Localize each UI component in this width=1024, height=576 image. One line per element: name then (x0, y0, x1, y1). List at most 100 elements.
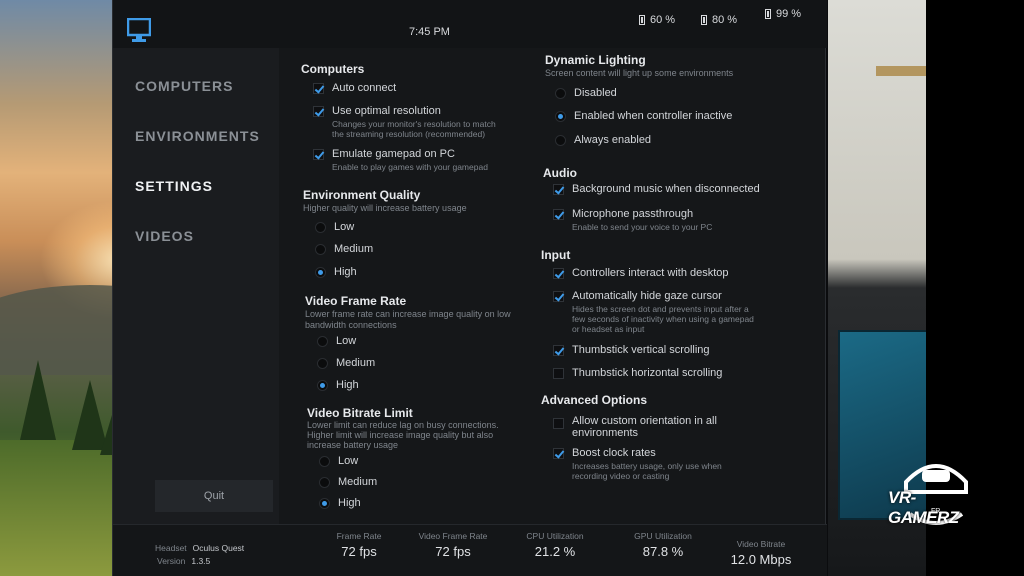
section-title-computers: Computers (301, 62, 365, 76)
checkbox[interactable] (553, 345, 564, 356)
sidebar-item-settings[interactable]: SETTINGS (135, 178, 213, 194)
top-bar: 7:45 PM 60 % 80 % 99 % (113, 0, 827, 48)
section-subtitle: Screen content will light up some enviro… (545, 68, 734, 78)
checkbox[interactable] (553, 368, 564, 379)
thumbstick-horizontal-checkbox[interactable]: Thumbstick horizontal scrolling (553, 367, 722, 379)
option-label: Microphone passthrough (572, 208, 694, 220)
option-label: Use optimal resolution (332, 105, 441, 117)
radio[interactable] (315, 222, 326, 233)
lighting-disabled-radio[interactable]: Disabled (555, 87, 617, 99)
battery-level: 99 % (776, 8, 802, 20)
stat-value: 12.0 Mbps (730, 552, 792, 567)
hide-gaze-cursor-checkbox[interactable]: Automatically hide gaze cursor Hides the… (553, 290, 754, 334)
bitrate-high-radio[interactable]: High (319, 497, 361, 509)
checkbox[interactable] (553, 448, 564, 459)
radio[interactable] (319, 477, 330, 488)
frame-rate-low-radio[interactable]: Low (317, 335, 356, 347)
option-label: Enabled when controller inactive (574, 110, 733, 122)
checkbox[interactable] (553, 418, 564, 429)
logo-subtext: FR (931, 508, 941, 515)
section-title-input: Input (541, 248, 571, 262)
battery-icon (701, 15, 707, 25)
radio[interactable] (317, 358, 328, 369)
option-label: Medium (338, 476, 378, 488)
bitrate-medium-radio[interactable]: Medium (319, 476, 377, 488)
stat-label: CPU Utilization (526, 531, 584, 541)
section-title-video-frame-rate: Video Frame Rate (305, 294, 407, 308)
lighting-controller-inactive-radio[interactable]: Enabled when controller inactive (555, 110, 732, 122)
boost-clock-checkbox[interactable]: Boost clock rates Increases battery usag… (553, 447, 722, 481)
stat-frame-rate: Frame Rate 72 fps (309, 531, 409, 559)
option-label: High (336, 379, 359, 391)
radio[interactable] (315, 267, 326, 278)
radio[interactable] (319, 498, 330, 509)
sidebar-item-computers[interactable]: COMPUTERS (135, 78, 233, 94)
radio[interactable] (319, 456, 330, 467)
emulate-gamepad-checkbox[interactable]: Emulate gamepad on PC Enable to play gam… (313, 148, 488, 172)
checkbox[interactable] (553, 291, 564, 302)
sidebar-item-environments[interactable]: ENVIRONMENTS (135, 128, 260, 144)
checkbox[interactable] (553, 184, 564, 195)
optimal-resolution-checkbox[interactable]: Use optimal resolution Changes your moni… (313, 105, 496, 139)
stat-label: GPU Utilization (634, 531, 692, 541)
controllers-desktop-checkbox[interactable]: Controllers interact with desktop (553, 267, 729, 279)
battery-level: 60 % (650, 14, 676, 26)
bitrate-low-radio[interactable]: Low (319, 455, 358, 467)
stat-value: 72 fps (435, 544, 471, 559)
option-label: High (334, 266, 357, 278)
battery-icon (765, 9, 771, 19)
custom-orientation-checkbox[interactable]: Allow custom orientation in all environm… (553, 415, 717, 439)
option-description: recording video or casting (572, 471, 670, 481)
option-label: Disabled (574, 87, 617, 99)
checkbox[interactable] (553, 268, 564, 279)
headset-value: Oculus Quest (192, 543, 245, 553)
battery-left-controller: 60 % (639, 14, 675, 26)
tree (20, 360, 56, 440)
battery-level: 80 % (712, 14, 738, 26)
checkbox[interactable] (313, 83, 324, 94)
checkbox[interactable] (553, 209, 564, 220)
radio[interactable] (555, 88, 566, 99)
microphone-passthrough-checkbox[interactable]: Microphone passthrough Enable to send yo… (553, 208, 712, 232)
env-quality-medium-radio[interactable]: Medium (315, 243, 373, 255)
env-quality-high-radio[interactable]: High (315, 266, 357, 278)
headset-label: Headset (155, 543, 187, 553)
radio[interactable] (315, 244, 326, 255)
option-label: High (338, 497, 361, 509)
stat-label: Video Frame Rate (418, 531, 488, 541)
option-label: Medium (336, 357, 376, 369)
section-title-audio: Audio (543, 166, 577, 180)
checkbox[interactable] (313, 149, 324, 160)
stat-video-bitrate: Video Bitrate 12.0 Mbps (711, 539, 811, 567)
background-music-checkbox[interactable]: Background music when disconnected (553, 183, 760, 195)
quit-button[interactable]: Quit (155, 480, 273, 512)
version-info: Version 1.3.5 (157, 556, 210, 566)
stat-video-frame-rate: Video Frame Rate 72 fps (403, 531, 503, 559)
option-description: Hides the screen dot and prevents input … (572, 304, 749, 314)
stat-cpu-utilization: CPU Utilization 21.2 % (505, 531, 605, 559)
option-label: Low (336, 335, 357, 347)
stat-value: 21.2 % (534, 544, 576, 559)
radio[interactable] (317, 336, 328, 347)
radio[interactable] (317, 380, 328, 391)
option-label: Allow custom orientation in all (572, 415, 717, 427)
option-label: Low (338, 455, 359, 467)
version-value: 1.3.5 (191, 556, 211, 566)
frame-rate-high-radio[interactable]: High (317, 379, 359, 391)
monitor-icon[interactable] (127, 18, 151, 44)
frame-rate-medium-radio[interactable]: Medium (317, 357, 375, 369)
option-description: Increases battery usage, only use when (572, 461, 722, 471)
section-title-environment-quality: Environment Quality (303, 188, 421, 202)
checkbox[interactable] (313, 106, 324, 117)
sidebar-item-videos[interactable]: VIDEOS (135, 228, 194, 244)
section-title-advanced-options: Advanced Options (541, 393, 648, 407)
thumbstick-vertical-checkbox[interactable]: Thumbstick vertical scrolling (553, 344, 710, 356)
auto-connect-checkbox[interactable]: Auto connect (313, 82, 396, 94)
battery-headset: 99 % (765, 8, 801, 20)
status-bar: Headset Oculus Quest Version 1.3.5 Frame R… (113, 524, 827, 576)
env-quality-low-radio[interactable]: Low (315, 221, 354, 233)
vr-gamerz-logo: VR-GAMERZ FR (886, 452, 986, 532)
radio[interactable] (555, 135, 566, 146)
radio[interactable] (555, 111, 566, 122)
lighting-always-radio[interactable]: Always enabled (555, 134, 651, 146)
